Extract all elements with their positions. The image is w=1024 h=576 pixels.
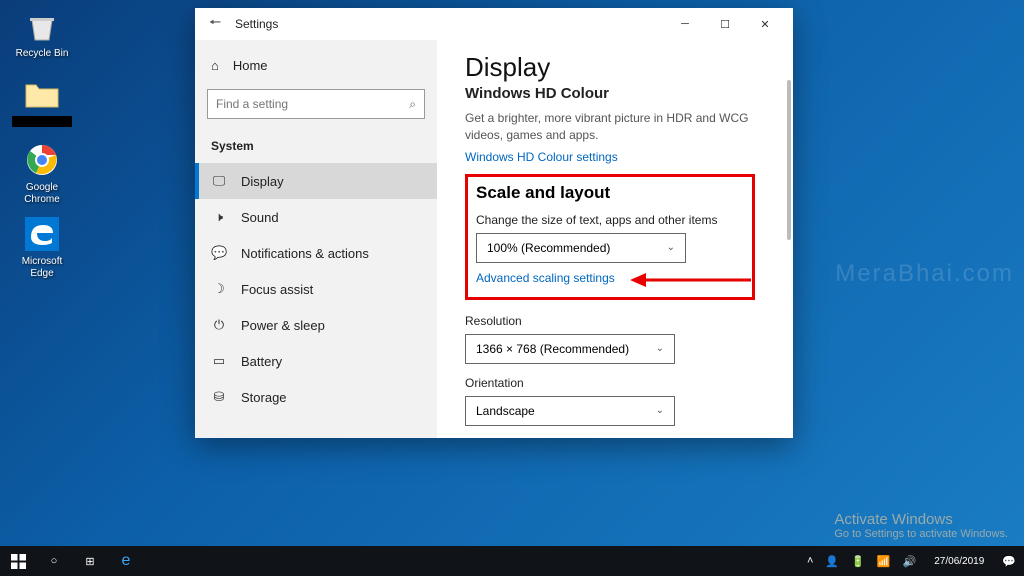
- sidebar: ⌂ Home ⌕ System 🖵 Display 🕨 Sound 💬 Notific…: [195, 40, 437, 438]
- battery-icon: ▭: [211, 353, 227, 369]
- taskbar-app[interactable]: [144, 546, 194, 576]
- desktop-icon-label: Recycle Bin: [12, 48, 72, 60]
- resolution-value: 1366 × 768 (Recommended): [476, 342, 629, 356]
- nav-label: Storage: [241, 390, 287, 405]
- focus-icon: ☽: [211, 281, 227, 297]
- desktop-icon-edge[interactable]: Microsoft Edge: [12, 214, 72, 280]
- chevron-down-icon: ⌄: [656, 405, 664, 416]
- annotation-highlight: Scale and layout Change the size of text…: [465, 174, 755, 300]
- power-icon: ⏻: [211, 317, 227, 333]
- back-button[interactable]: 🠔: [203, 12, 227, 36]
- settings-window: 🠔 Settings ─ ☐ ✕ ⌂ Home ⌕ System 🖵 Displa…: [195, 8, 793, 438]
- scale-value: 100% (Recommended): [487, 241, 610, 255]
- orientation-label: Orientation: [465, 376, 765, 390]
- orientation-value: Landscape: [476, 404, 535, 418]
- page-title: Display: [465, 52, 765, 83]
- nav-notifications[interactable]: 💬 Notifications & actions: [195, 235, 437, 271]
- scrollbar[interactable]: [787, 80, 791, 434]
- cortana-button[interactable]: ○: [36, 546, 72, 576]
- taskbar-edge[interactable]: e: [108, 546, 144, 576]
- activate-title: Activate Windows: [834, 511, 1008, 528]
- folder-icon: [22, 74, 62, 114]
- tray-people-icon[interactable]: 👤: [825, 555, 839, 568]
- desktop-icon-label: Google Chrome: [12, 182, 72, 206]
- resolution-dropdown[interactable]: 1366 × 768 (Recommended) ⌄: [465, 334, 675, 364]
- tray-notifications-icon[interactable]: 💬: [1002, 555, 1016, 568]
- search-input[interactable]: [216, 97, 409, 111]
- nav-power-sleep[interactable]: ⏻ Power & sleep: [195, 307, 437, 343]
- chrome-icon: [22, 140, 62, 180]
- start-button[interactable]: [0, 546, 36, 576]
- tray-wifi-icon[interactable]: 📶: [877, 555, 891, 568]
- nav-focus-assist[interactable]: ☽ Focus assist: [195, 271, 437, 307]
- home-icon: ⌂: [211, 58, 219, 73]
- home-label: Home: [233, 58, 268, 73]
- search-box[interactable]: ⌕: [207, 89, 425, 119]
- desktop-icon-label: Microsoft Edge: [12, 256, 72, 280]
- hd-colour-heading: Windows HD Colour: [465, 85, 765, 102]
- activate-windows: Activate Windows Go to Settings to activ…: [834, 511, 1008, 540]
- orientation-dropdown[interactable]: Landscape ⌄: [465, 396, 675, 426]
- search-icon: ⌕: [409, 97, 416, 112]
- edge-icon: [22, 214, 62, 254]
- task-view-button[interactable]: ⊞: [72, 546, 108, 576]
- sound-icon: 🕨: [211, 209, 227, 225]
- nav-label: Focus assist: [241, 282, 313, 297]
- system-tray: ˄ 👤 🔋 📶 🔊 27/06/2019 💬: [807, 555, 1024, 568]
- window-title: Settings: [235, 17, 665, 31]
- nav-label: Display: [241, 174, 284, 189]
- scale-dropdown[interactable]: 100% (Recommended) ⌄: [476, 233, 686, 263]
- tray-battery-icon[interactable]: 🔋: [851, 555, 865, 568]
- nav-display[interactable]: 🖵 Display: [195, 163, 437, 199]
- desktop-icon-chrome[interactable]: Google Chrome: [12, 140, 72, 206]
- nav-label: Battery: [241, 354, 282, 369]
- minimize-button[interactable]: ─: [665, 10, 705, 38]
- resolution-label: Resolution: [465, 314, 765, 328]
- scale-field-label: Change the size of text, apps and other …: [476, 213, 744, 227]
- home-button[interactable]: ⌂ Home: [195, 48, 437, 83]
- content-pane: Display Windows HD Colour Get a brighter…: [437, 40, 793, 438]
- desktop-icon-recycle-bin[interactable]: Recycle Bin: [12, 6, 72, 60]
- desktop-icon-label-redacted: [12, 116, 72, 127]
- nav-label: Notifications & actions: [241, 246, 369, 261]
- taskbar-app[interactable]: [194, 546, 244, 576]
- taskbar: ○ ⊞ e ˄ 👤 🔋 📶 🔊 27/06/2019 💬: [0, 546, 1024, 576]
- activate-subtitle: Go to Settings to activate Windows.: [834, 528, 1008, 540]
- close-button[interactable]: ✕: [745, 10, 785, 38]
- scroll-thumb[interactable]: [787, 80, 791, 240]
- nav-battery[interactable]: ▭ Battery: [195, 343, 437, 379]
- nav-storage[interactable]: ⛁ Storage: [195, 379, 437, 415]
- scale-heading: Scale and layout: [476, 183, 744, 203]
- desktop-icon-folder[interactable]: [12, 74, 72, 127]
- display-icon: 🖵: [211, 173, 227, 189]
- tray-volume-icon[interactable]: 🔊: [903, 555, 917, 568]
- titlebar: 🠔 Settings ─ ☐ ✕: [195, 8, 793, 40]
- chevron-down-icon: ⌄: [656, 343, 664, 354]
- maximize-button[interactable]: ☐: [705, 10, 745, 38]
- hd-colour-desc: Get a brighter, more vibrant picture in …: [465, 110, 765, 144]
- recycle-bin-icon: [22, 6, 62, 46]
- storage-icon: ⛁: [211, 389, 227, 405]
- nav-label: Sound: [241, 210, 279, 225]
- advanced-scaling-link[interactable]: Advanced scaling settings: [476, 271, 615, 285]
- sidebar-group: System: [195, 133, 437, 163]
- tray-chevron-icon[interactable]: ˄: [807, 555, 813, 567]
- hd-colour-link[interactable]: Windows HD Colour settings: [465, 150, 765, 164]
- notifications-icon: 💬: [211, 245, 227, 261]
- taskbar-clock[interactable]: 27/06/2019: [928, 556, 990, 567]
- annotation-arrow: [626, 269, 756, 291]
- chevron-down-icon: ⌄: [667, 242, 675, 253]
- nav-sound[interactable]: 🕨 Sound: [195, 199, 437, 235]
- nav-label: Power & sleep: [241, 318, 325, 333]
- watermark: MeraBhai.com: [835, 260, 1014, 288]
